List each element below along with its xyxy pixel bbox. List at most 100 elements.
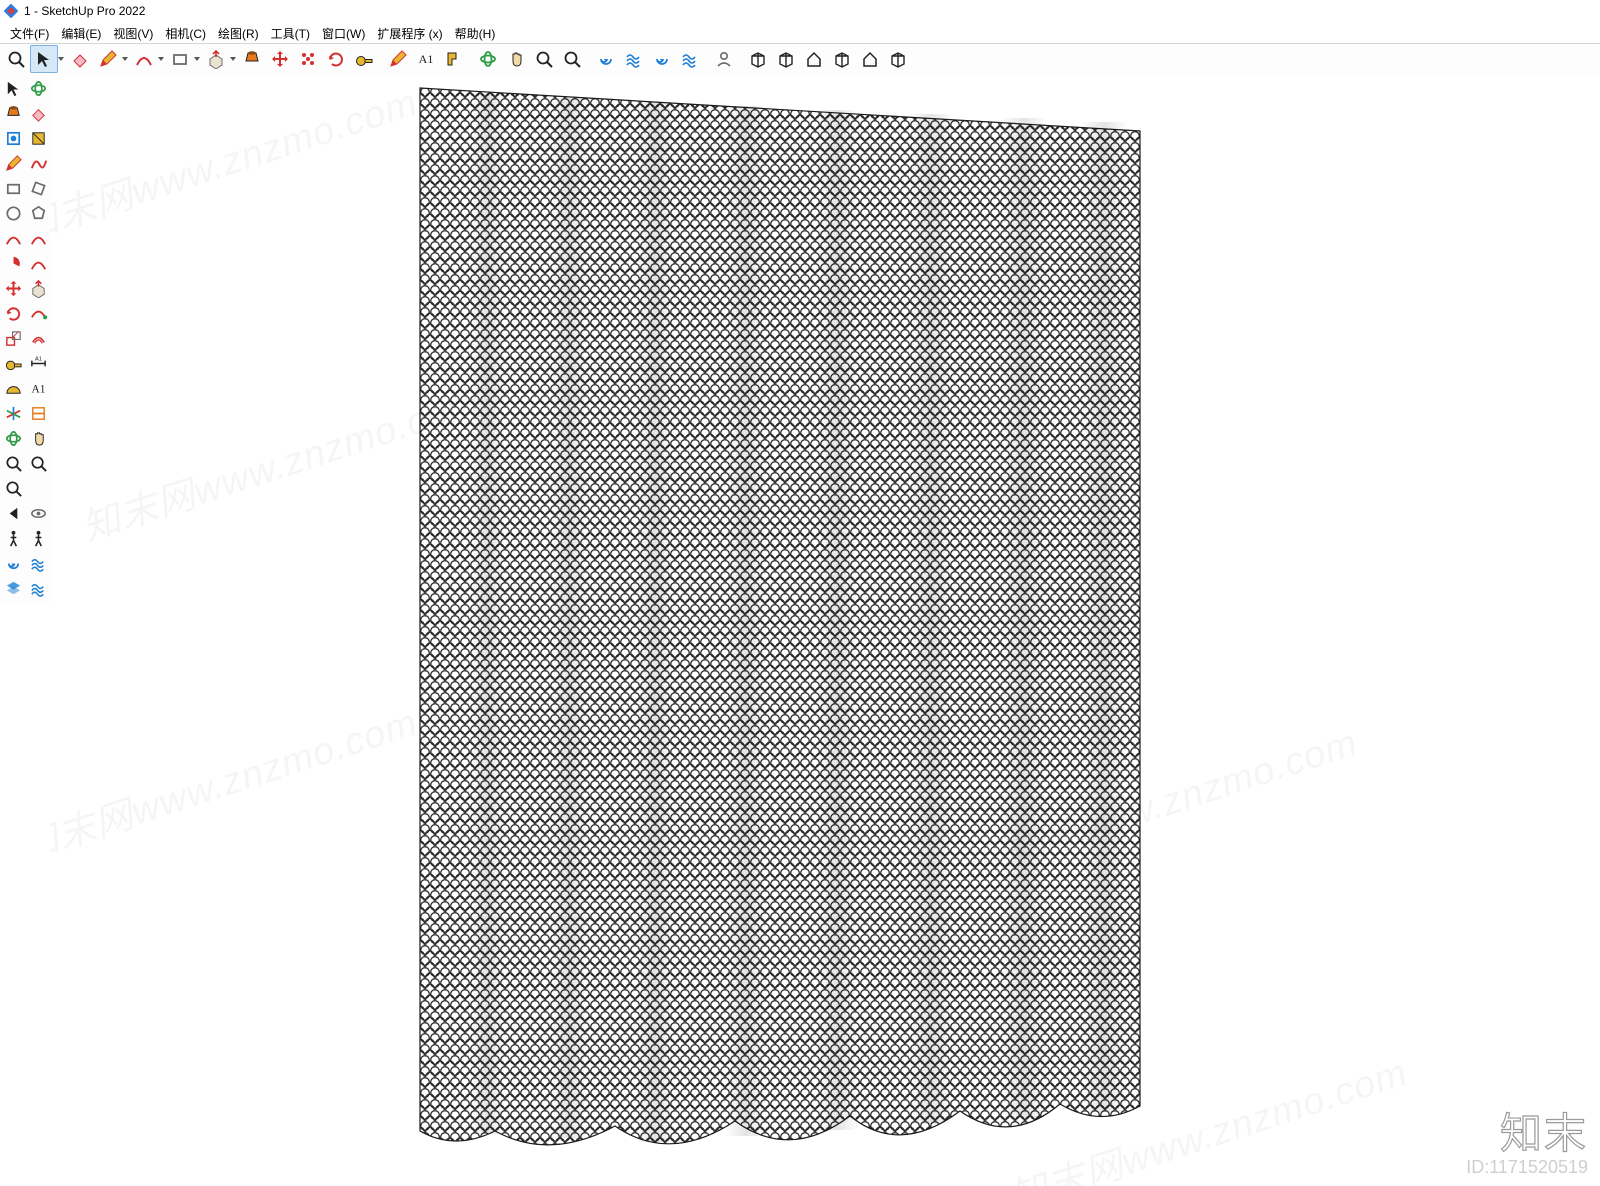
protractor-icon[interactable] bbox=[1, 376, 26, 401]
left-tool-row: A1 bbox=[1, 376, 51, 401]
left-tool-row bbox=[1, 101, 51, 126]
zoom3-icon[interactable] bbox=[1, 451, 26, 476]
component-icon[interactable] bbox=[1, 126, 26, 151]
menu-item-2[interactable]: 视图(V) bbox=[107, 24, 159, 43]
circle-icon[interactable] bbox=[1, 201, 26, 226]
move2-icon[interactable] bbox=[1, 276, 26, 301]
look-icon[interactable] bbox=[26, 501, 51, 526]
pan2-icon[interactable] bbox=[26, 426, 51, 451]
pan-icon[interactable] bbox=[502, 45, 530, 73]
dim-icon[interactable]: A1 bbox=[26, 351, 51, 376]
model-mesh-curtain bbox=[400, 76, 1160, 1166]
scatter-icon[interactable] bbox=[294, 45, 322, 73]
arc4-icon[interactable] bbox=[26, 251, 51, 276]
house2-icon[interactable] bbox=[856, 45, 884, 73]
move-icon[interactable] bbox=[266, 45, 294, 73]
axes-icon[interactable] bbox=[1, 401, 26, 426]
svg-text:A1: A1 bbox=[419, 52, 434, 66]
titlebar: 1 - SketchUp Pro 2022 bbox=[0, 0, 1600, 23]
text2-icon[interactable]: A1 bbox=[26, 376, 51, 401]
viewport-3d[interactable]: 知末网www.znzmo.com 知末网www.znzmo.com 知末网www… bbox=[50, 74, 1600, 1186]
pushpull-icon[interactable] bbox=[202, 45, 230, 73]
menu-item-4[interactable]: 绘图(R) bbox=[212, 24, 265, 43]
watermark: 知末网www.znzmo.com bbox=[50, 74, 423, 252]
box1-icon[interactable] bbox=[744, 45, 772, 73]
user-icon[interactable] bbox=[710, 45, 738, 73]
menu-item-5[interactable]: 工具(T) bbox=[265, 24, 316, 43]
arc3-icon[interactable] bbox=[26, 226, 51, 251]
left-tool-row bbox=[1, 551, 51, 576]
zoom-icon[interactable] bbox=[2, 45, 30, 73]
section-icon[interactable] bbox=[26, 401, 51, 426]
arc2-icon[interactable] bbox=[1, 226, 26, 251]
tape-icon[interactable] bbox=[350, 45, 378, 73]
orbit2-icon[interactable] bbox=[26, 76, 51, 101]
eraser-icon[interactable] bbox=[66, 45, 94, 73]
corner-watermark: 知末 ID:1171520519 bbox=[1466, 1113, 1588, 1178]
rect-icon[interactable] bbox=[166, 45, 194, 73]
box3-icon[interactable] bbox=[828, 45, 856, 73]
polygon-icon[interactable] bbox=[26, 201, 51, 226]
waves4-icon[interactable] bbox=[26, 576, 51, 601]
pushpull2-icon[interactable] bbox=[26, 276, 51, 301]
zoom2-icon[interactable] bbox=[530, 45, 558, 73]
scale-icon[interactable] bbox=[1, 326, 26, 351]
left-tool-row bbox=[1, 476, 51, 501]
watermark: 知末网www.znzmo.com bbox=[50, 691, 423, 872]
spiral3-icon[interactable] bbox=[1, 551, 26, 576]
box4-icon[interactable] bbox=[884, 45, 912, 73]
menu-item-6[interactable]: 窗口(W) bbox=[316, 24, 371, 43]
rect2-icon[interactable] bbox=[1, 176, 26, 201]
menu-item-8[interactable]: 帮助(H) bbox=[449, 24, 502, 43]
left-tool-row bbox=[1, 401, 51, 426]
left-tool-row bbox=[1, 176, 51, 201]
menu-item-0[interactable]: 文件(F) bbox=[4, 24, 55, 43]
spiral2-icon[interactable] bbox=[648, 45, 676, 73]
waves-blue-icon[interactable] bbox=[620, 45, 648, 73]
zoomext2-icon[interactable] bbox=[1, 476, 26, 501]
zoomwin-icon[interactable] bbox=[26, 451, 51, 476]
rotate2-icon[interactable] bbox=[1, 301, 26, 326]
left-tool-row bbox=[1, 426, 51, 451]
walk-icon[interactable] bbox=[1, 526, 26, 551]
offset-icon[interactable] bbox=[26, 326, 51, 351]
spiral-blue-icon[interactable] bbox=[592, 45, 620, 73]
orbit3-icon[interactable] bbox=[1, 426, 26, 451]
left-tool-row bbox=[1, 526, 51, 551]
left-tool-row bbox=[1, 276, 51, 301]
material-icon[interactable] bbox=[26, 126, 51, 151]
select-icon[interactable] bbox=[30, 45, 58, 73]
menubar: 文件(F)编辑(E)视图(V)相机(C)绘图(R)工具(T)窗口(W)扩展程序 … bbox=[0, 23, 1600, 44]
pencil-icon[interactable] bbox=[94, 45, 122, 73]
orbit-icon[interactable] bbox=[474, 45, 502, 73]
menu-item-1[interactable]: 编辑(E) bbox=[55, 24, 107, 43]
bucket-icon[interactable] bbox=[238, 45, 266, 73]
walk2-icon[interactable] bbox=[26, 526, 51, 551]
bucket2-icon[interactable] bbox=[1, 101, 26, 126]
menu-item-3[interactable]: 相机(C) bbox=[159, 24, 212, 43]
pencil3-icon[interactable] bbox=[1, 151, 26, 176]
select2-icon[interactable] bbox=[1, 76, 26, 101]
tape2-icon[interactable] bbox=[1, 351, 26, 376]
left-tool-row bbox=[1, 126, 51, 151]
followme-icon[interactable] bbox=[26, 301, 51, 326]
menu-item-7[interactable]: 扩展程序 (x) bbox=[371, 24, 448, 43]
rotate-icon[interactable] bbox=[322, 45, 350, 73]
pie-icon[interactable] bbox=[1, 251, 26, 276]
waves2-icon[interactable] bbox=[676, 45, 704, 73]
prev-icon[interactable] bbox=[1, 501, 26, 526]
text-icon[interactable]: A1 bbox=[412, 45, 440, 73]
zoomext-icon[interactable] bbox=[558, 45, 586, 73]
layers-icon[interactable] bbox=[1, 576, 26, 601]
rotrect-icon[interactable] bbox=[26, 176, 51, 201]
waves3-icon[interactable] bbox=[26, 551, 51, 576]
arc-icon[interactable] bbox=[130, 45, 158, 73]
paint-icon[interactable] bbox=[440, 45, 468, 73]
house1-icon[interactable] bbox=[800, 45, 828, 73]
toolbar-top: A1 bbox=[0, 44, 1600, 75]
eraser2-icon[interactable] bbox=[26, 101, 51, 126]
pencil2-icon[interactable] bbox=[384, 45, 412, 73]
corner-watermark-id: ID:1171520519 bbox=[1466, 1157, 1588, 1178]
box2-icon[interactable] bbox=[772, 45, 800, 73]
freehand-icon[interactable] bbox=[26, 151, 51, 176]
